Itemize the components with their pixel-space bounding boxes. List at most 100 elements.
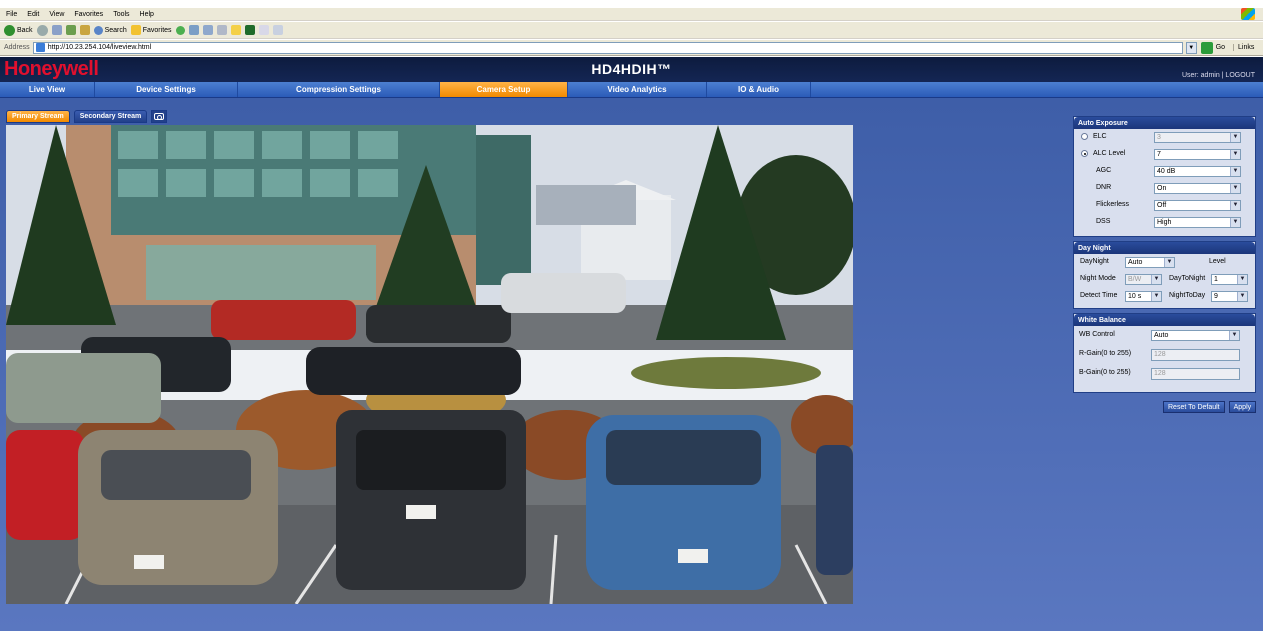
links-button[interactable]: Links	[1233, 44, 1254, 51]
reset-to-default-button[interactable]: Reset To Default	[1163, 401, 1225, 413]
tab-primary-stream[interactable]: Primary Stream	[6, 110, 70, 123]
flickerless-label: Flickerless	[1096, 201, 1130, 208]
content-area: Primary Stream Secondary Stream Auto Exp…	[0, 98, 1263, 631]
tab-video-analytics[interactable]: Video Analytics	[568, 82, 707, 97]
b-gain-input[interactable]: 128	[1151, 368, 1240, 380]
search-icon	[93, 25, 103, 35]
tab-io-audio[interactable]: IO & Audio	[707, 82, 811, 97]
chevron-down-icon: ▼	[1230, 218, 1240, 227]
go-button[interactable]: Go	[1216, 44, 1225, 51]
favorites-label: Favorites	[142, 26, 172, 34]
dss-select[interactable]: High ▼	[1154, 217, 1241, 228]
back-label: Back	[17, 26, 33, 34]
dss-label: DSS	[1096, 218, 1111, 225]
favorites-button[interactable]: Favorites	[130, 25, 172, 35]
stream-tabs: Primary Stream Secondary Stream	[6, 110, 168, 123]
dnr-row: DNR On ▼	[1074, 180, 1255, 197]
browser-menubar: File Edit View Favorites Tools Help	[0, 8, 1263, 21]
chevron-down-icon: ▼	[1230, 184, 1240, 193]
media-icon[interactable]	[175, 25, 185, 35]
device-model-title: HD4HDIH™	[591, 61, 672, 77]
dss-value: High	[1157, 219, 1172, 226]
level-label: Level	[1209, 258, 1226, 265]
page-icon	[35, 43, 45, 52]
night-mode-label: Night Mode	[1080, 275, 1116, 282]
detect-time-value: 10 s	[1128, 293, 1142, 300]
camera-icon	[154, 113, 165, 120]
menu-edit[interactable]: Edit	[27, 11, 39, 18]
star-icon	[130, 25, 141, 35]
user-logout-link[interactable]: User: admin | LOGOUT	[1182, 72, 1255, 79]
tab-device-settings[interactable]: Device Settings	[95, 82, 238, 97]
night-mode-row: Night Mode B/W ▼ DayToNight 1 ▼	[1074, 271, 1255, 288]
chevron-down-icon: ▼	[1230, 150, 1240, 159]
tab-compression-settings[interactable]: Compression Settings	[238, 82, 440, 97]
forward-button[interactable]	[36, 24, 48, 36]
url-dropdown-chevron-down-icon[interactable]: ▼	[1185, 41, 1197, 54]
wb-control-label: WB Control	[1079, 331, 1115, 338]
menu-view[interactable]: View	[49, 11, 64, 18]
night-to-day-label: NightToDay	[1169, 292, 1206, 299]
dnr-select[interactable]: On ▼	[1154, 183, 1241, 194]
alc-label: ALC Level	[1093, 150, 1126, 157]
main-nav: Live View Device Settings Compression Se…	[0, 82, 1263, 98]
agc-label: AGC	[1096, 167, 1112, 174]
go-arrow-icon[interactable]	[1200, 41, 1213, 54]
folder-icon[interactable]	[230, 25, 241, 35]
back-button[interactable]: Back	[4, 24, 33, 36]
dss-row: DSS High ▼	[1074, 214, 1255, 231]
research-icon[interactable]	[272, 25, 283, 35]
address-bar: Address http://10.23.254.104/liveview.ht…	[0, 40, 1263, 56]
menu-favorites[interactable]: Favorites	[74, 11, 103, 18]
mail-icon[interactable]	[202, 25, 213, 35]
white-balance-title: White Balance	[1074, 314, 1255, 326]
messenger-icon[interactable]	[244, 25, 255, 35]
menu-file[interactable]: File	[6, 11, 17, 18]
elc-label: ELC	[1093, 133, 1107, 140]
apply-button[interactable]: Apply	[1228, 401, 1257, 413]
nav-filler	[811, 82, 1263, 97]
daynight-select[interactable]: Auto ▼	[1125, 257, 1175, 268]
search-button[interactable]: Search	[93, 25, 127, 35]
flickerless-value: Off	[1157, 202, 1167, 209]
wb-control-select[interactable]: Auto ▼	[1151, 330, 1240, 341]
settings-buttons: Reset To Default Apply	[1163, 401, 1257, 413]
night-mode-select[interactable]: B/W ▼	[1125, 274, 1162, 285]
snapshot-button[interactable]	[151, 110, 168, 123]
print-icon[interactable]	[216, 25, 227, 35]
agc-select[interactable]: 40 dB ▼	[1154, 166, 1241, 177]
wb-control-value: Auto	[1154, 332, 1169, 339]
parking-lot-scene-image	[6, 125, 853, 604]
agc-value: 40 dB	[1157, 168, 1176, 175]
day-to-night-select[interactable]: 1 ▼	[1211, 274, 1248, 285]
address-label: Address	[4, 44, 30, 51]
browser-toolbar: Back Search Favorites	[0, 22, 1263, 39]
daynight-label: DayNight	[1080, 258, 1109, 265]
heart-icon[interactable]	[258, 25, 269, 35]
live-video-feed[interactable]	[6, 125, 853, 604]
url-input[interactable]: http://10.23.254.104/liveview.html	[32, 41, 1183, 54]
alc-level-select[interactable]: 7 ▼	[1154, 149, 1241, 160]
chevron-down-icon: ▼	[1237, 292, 1247, 301]
tab-secondary-stream[interactable]: Secondary Stream	[73, 110, 148, 123]
elc-select[interactable]: 3 ▼	[1154, 132, 1241, 143]
menu-help[interactable]: Help	[140, 11, 154, 18]
chevron-down-icon: ▼	[1230, 133, 1240, 142]
stop-icon[interactable]	[51, 25, 62, 35]
wb-control-row: WB Control Auto ▼	[1074, 326, 1255, 346]
tab-camera-setup[interactable]: Camera Setup	[440, 82, 568, 97]
detect-time-select[interactable]: 10 s ▼	[1125, 291, 1162, 302]
night-to-day-select[interactable]: 9 ▼	[1211, 291, 1248, 302]
r-gain-input[interactable]: 128	[1151, 349, 1240, 361]
b-gain-label: B-Gain(0 to 255)	[1079, 369, 1131, 376]
refresh-icon[interactable]	[65, 25, 76, 35]
history-icon[interactable]	[188, 25, 199, 35]
day-to-night-label: DayToNight	[1169, 275, 1206, 282]
chevron-down-icon: ▼	[1151, 275, 1161, 284]
alc-radio[interactable]	[1081, 150, 1088, 157]
elc-radio[interactable]	[1081, 133, 1088, 140]
home-icon[interactable]	[79, 25, 90, 35]
flickerless-select[interactable]: Off ▼	[1154, 200, 1241, 211]
tab-live-view[interactable]: Live View	[0, 82, 95, 97]
menu-tools[interactable]: Tools	[113, 11, 129, 18]
